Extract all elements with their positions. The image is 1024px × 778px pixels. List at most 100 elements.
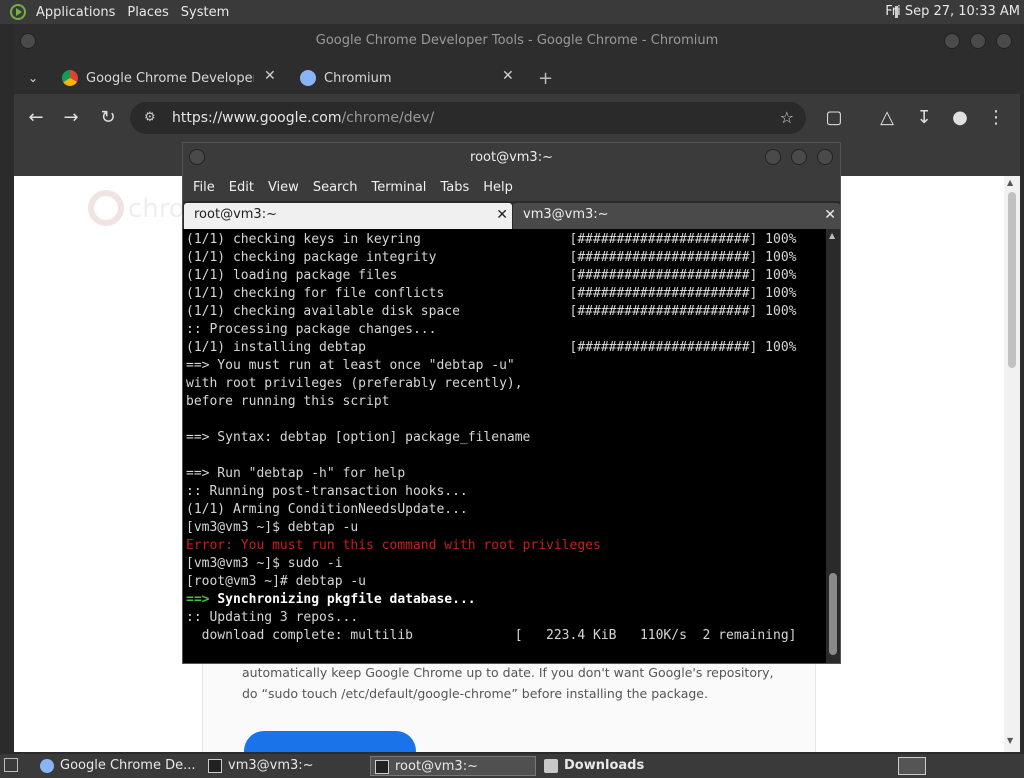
taskbar-label: Downloads: [564, 758, 645, 773]
scroll-down-icon[interactable]: ▼: [1007, 736, 1013, 745]
maximize-icon[interactable]: [791, 149, 807, 165]
close-icon[interactable]: [996, 33, 1012, 49]
tab-search-button[interactable]: ⌄: [28, 62, 58, 94]
taskbar-label: Google Chrome De...: [60, 758, 196, 773]
terminal-error-line: Error: You must run this command with ro…: [186, 538, 601, 553]
forward-arrow-icon[interactable]: →: [59, 106, 83, 130]
terminal-line: with root privileges (preferably recentl…: [186, 376, 523, 391]
window-menu-icon[interactable]: [189, 149, 205, 165]
download-button[interactable]: [244, 731, 416, 752]
terminal-line: download complete: multilib [ 223.4 KiB …: [186, 628, 797, 643]
menu-view[interactable]: View: [261, 180, 306, 195]
show-desktop-icon[interactable]: [4, 758, 18, 772]
terminal-line: [vm3@vm3 ~]$ debtap -u: [186, 520, 359, 535]
url-path: /chrome/dev/: [341, 110, 435, 126]
clock[interactable]: Fri Sep 27, 10:33 AM: [885, 4, 1020, 19]
new-tab-button[interactable]: +: [538, 62, 558, 94]
tab-chrome-dev[interactable]: Google Chrome Developer T ✕: [62, 62, 282, 94]
profile-avatar-icon[interactable]: ●: [948, 106, 972, 130]
window-menu-icon[interactable]: [20, 33, 36, 49]
taskbar-item-root-terminal[interactable]: root@vm3:~: [370, 756, 536, 776]
tab-chromium[interactable]: Chromium ✕: [300, 62, 518, 94]
terminal-line: (1/1) checking package integrity [######…: [186, 250, 797, 265]
site-info-icon[interactable]: ⚙: [144, 102, 156, 134]
menu-help[interactable]: Help: [476, 180, 520, 195]
terminal-tab-root[interactable]: root@vm3:~ ✕: [184, 203, 512, 229]
terminal-line: :: Updating 3 repos...: [186, 610, 359, 625]
page-scrollbar[interactable]: ▲ ▼: [1004, 176, 1020, 752]
terminal-line: before running this script: [186, 394, 390, 409]
close-tab-icon[interactable]: ✕: [824, 203, 836, 227]
terminal-icon: [208, 759, 222, 773]
download-icon[interactable]: ↧: [912, 106, 936, 130]
url-text: https://www.google.com/chrome/dev/: [172, 102, 434, 134]
kebab-menu-icon[interactable]: ⋮: [984, 106, 1008, 130]
terminal-line: ==> You must run at least once "debtap -…: [186, 358, 515, 373]
terminal-titlebar[interactable]: root@vm3:~: [183, 143, 840, 173]
menu-edit[interactable]: Edit: [222, 180, 261, 195]
back-arrow-icon[interactable]: ←: [24, 106, 48, 130]
taskbar-label: root@vm3:~: [395, 759, 478, 774]
terminal-output[interactable]: (1/1) checking keys in keyring [########…: [183, 229, 826, 663]
taskbar-item-vm3-terminal[interactable]: vm3@vm3:~: [204, 756, 364, 776]
terminal-line: (1/1) installing debtap [###############…: [186, 340, 797, 355]
terminal-window: root@vm3:~ File Edit View Search Termina…: [182, 142, 841, 664]
chromium-favicon-icon: [300, 70, 316, 86]
terminal-tabs: root@vm3:~ ✕ vm3@vm3:~ ✕: [183, 201, 840, 229]
close-icon[interactable]: [817, 149, 833, 165]
chrome-tabstrip: ⌄ Google Chrome Developer T ✕ Chromium ✕…: [14, 58, 1020, 94]
terminal-line: :: Running post-transaction hooks...: [186, 484, 468, 499]
terminal-line: ==> Syntax: debtap [option] package_file…: [186, 430, 531, 445]
terminal-line: :: Processing package changes...: [186, 322, 437, 337]
tab-label: Google Chrome Developer T: [86, 70, 254, 86]
sync-text: Synchronizing pkgfile database...: [217, 592, 476, 607]
chrome-favicon-icon: [62, 70, 78, 86]
terminal-scrollbar[interactable]: ▲: [826, 229, 840, 663]
sync-arrow: ==>: [186, 592, 218, 607]
distro-logo-icon[interactable]: [10, 4, 26, 20]
install-instructions-text: automatically keep Google Chrome up to d…: [242, 665, 774, 701]
taskbar-item-chrome[interactable]: Google Chrome De...: [36, 756, 198, 776]
terminal-line: (1/1) loading package files [###########…: [186, 268, 797, 283]
chromium-icon: [40, 759, 54, 773]
terminal-sync-line: ==> Synchronizing pkgfile database...: [186, 591, 826, 609]
bookmark-star-icon[interactable]: ☆: [780, 102, 794, 134]
chrome-brand-text: chro: [128, 194, 185, 224]
terminal-icon: [375, 760, 389, 774]
scroll-thumb[interactable]: [829, 573, 837, 655]
taskbar-item-downloads[interactable]: Downloads: [540, 756, 700, 776]
scroll-up-icon[interactable]: ▲: [829, 231, 835, 240]
menu-tabs[interactable]: Tabs: [433, 180, 476, 195]
workspace-switcher[interactable]: [898, 757, 926, 775]
minimize-icon[interactable]: [765, 149, 781, 165]
menu-terminal[interactable]: Terminal: [364, 180, 433, 195]
close-tab-icon[interactable]: ✕: [264, 68, 276, 84]
menu-search[interactable]: Search: [306, 180, 365, 195]
labs-flask-icon[interactable]: △: [875, 106, 899, 130]
chrome-toolbar: ← → ↻ ⚙ https://www.google.com/chrome/de…: [14, 94, 1020, 142]
close-tab-icon[interactable]: ✕: [496, 203, 508, 227]
menu-system[interactable]: System: [175, 5, 235, 20]
menu-places[interactable]: Places: [121, 5, 174, 20]
minimize-icon[interactable]: [944, 33, 960, 49]
menu-applications[interactable]: Applications: [30, 5, 121, 20]
terminal-line: (1/1) checking keys in keyring [########…: [186, 232, 797, 247]
terminal-window-title: root@vm3:~: [470, 150, 553, 165]
scroll-thumb[interactable]: [1008, 192, 1016, 368]
terminal-line: (1/1) checking for file conflicts [#####…: [186, 286, 797, 301]
address-bar[interactable]: ⚙ https://www.google.com/chrome/dev/ ☆: [130, 102, 806, 134]
maximize-icon[interactable]: [970, 33, 986, 49]
chrome-window-title: Google Chrome Developer Tools - Google C…: [315, 33, 719, 48]
extensions-icon[interactable]: ▢: [822, 106, 846, 130]
taskbar-label: vm3@vm3:~: [228, 758, 314, 773]
close-tab-icon[interactable]: ✕: [502, 68, 514, 84]
tab-label: Chromium: [324, 70, 392, 86]
terminal-tab-vm3[interactable]: vm3@vm3:~ ✕: [513, 203, 840, 229]
chrome-titlebar[interactable]: Google Chrome Developer Tools - Google C…: [14, 24, 1020, 58]
tab-label: root@vm3:~: [194, 207, 277, 222]
folder-icon: [544, 759, 558, 773]
reload-icon[interactable]: ↻: [96, 106, 120, 130]
scroll-up-icon[interactable]: ▲: [1007, 178, 1013, 187]
menu-file[interactable]: File: [183, 180, 222, 195]
